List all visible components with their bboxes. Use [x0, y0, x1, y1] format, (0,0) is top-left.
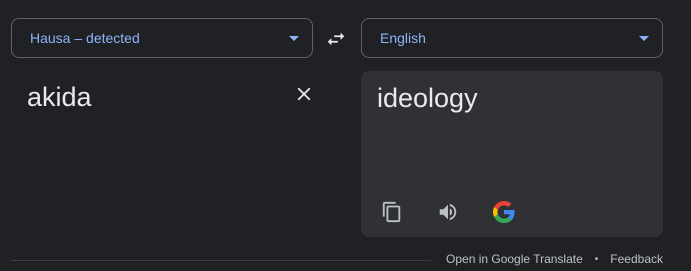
google-search-button[interactable] — [491, 199, 517, 225]
target-language-select[interactable]: English — [361, 18, 663, 58]
clear-source-button[interactable] — [292, 82, 316, 106]
feedback-link[interactable]: Feedback — [610, 252, 663, 266]
chevron-down-icon — [289, 35, 299, 41]
google-logo-icon — [493, 201, 515, 223]
target-language-label: English — [380, 30, 426, 46]
speaker-icon — [439, 203, 457, 221]
listen-button[interactable] — [435, 199, 461, 225]
copy-icon — [382, 201, 401, 223]
source-language-select[interactable]: Hausa – detected — [11, 18, 313, 58]
source-text-input[interactable]: akida — [27, 82, 92, 113]
footer-divider — [11, 260, 431, 261]
translation-result-panel: ideology — [361, 71, 663, 237]
footer-links: Open in Google Translate • Feedback — [446, 252, 663, 266]
swap-languages-button[interactable] — [321, 24, 351, 54]
swap-icon — [327, 32, 345, 46]
copy-button[interactable] — [379, 199, 405, 225]
open-in-google-translate-link[interactable]: Open in Google Translate — [446, 252, 583, 266]
footer-separator: • — [594, 253, 599, 265]
translation-result-text: ideology — [377, 83, 478, 113]
close-icon — [297, 87, 311, 101]
chevron-down-icon — [639, 35, 649, 41]
source-language-label: Hausa – detected — [30, 30, 140, 46]
